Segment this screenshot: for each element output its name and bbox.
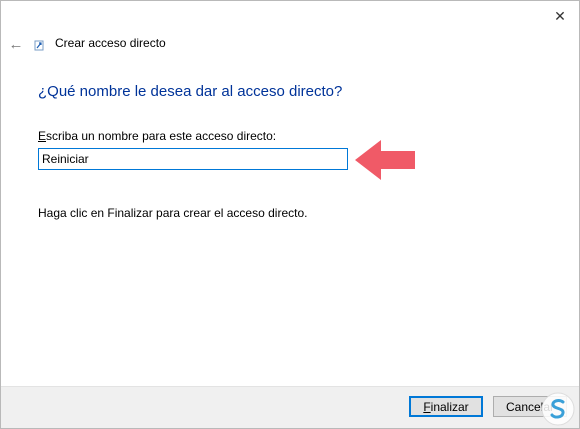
back-arrow-icon: ← <box>8 35 24 53</box>
page-heading: ¿Qué nombre le desea dar al acceso direc… <box>38 83 343 100</box>
wizard-nav-bar: ← Crear acceso directo <box>1 31 579 57</box>
wizard-footer: Finalizar Cancelar <box>1 386 579 428</box>
red-arrow-pointer-icon <box>355 140 415 180</box>
solvetic-logo-icon <box>541 392 575 426</box>
finish-access-key: F <box>423 399 431 414</box>
finish-label: inalizar <box>430 399 469 414</box>
close-button[interactable]: ✕ <box>545 3 575 29</box>
label-access-key: E <box>38 129 47 143</box>
finish-button[interactable]: Finalizar <box>409 396 483 417</box>
back-button[interactable]: ← <box>5 33 27 55</box>
create-shortcut-window: ✕ ← Crear acceso directo ¿Qué nombre le … <box>0 0 580 429</box>
shortcut-name-input[interactable] <box>38 148 348 170</box>
name-field-label: Escriba un nombre para este acceso direc… <box>38 129 276 143</box>
label-text: scriba un nombre para este acceso direct… <box>46 129 277 143</box>
finish-instructions: Haga clic en Finalizar para crear el acc… <box>38 206 308 220</box>
shortcut-wizard-icon <box>34 40 44 51</box>
wizard-title: Crear acceso directo <box>55 36 166 50</box>
close-icon: ✕ <box>554 7 566 24</box>
